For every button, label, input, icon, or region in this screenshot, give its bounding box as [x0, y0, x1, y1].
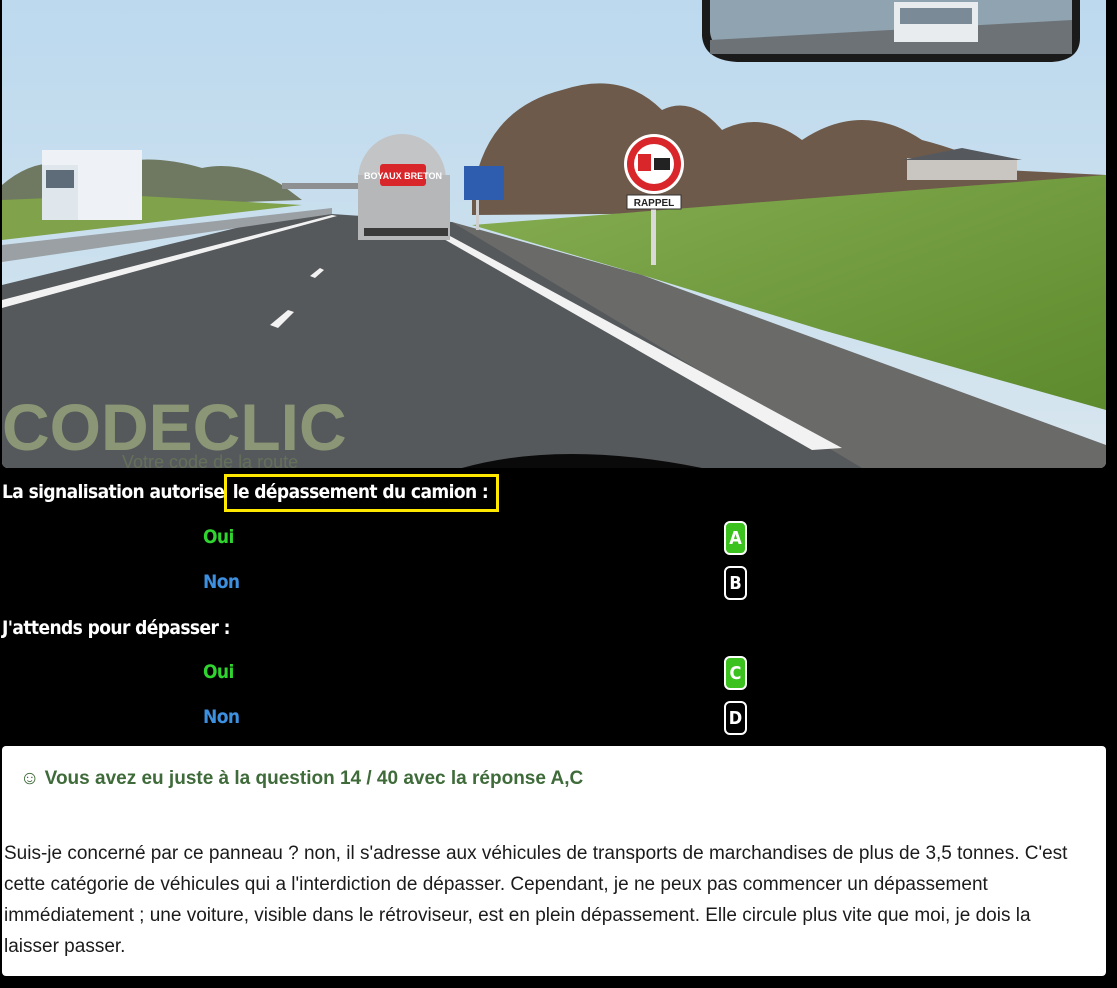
question-2-answer-non[interactable]: Non: [203, 706, 240, 728]
question-2-text: J'attends pour dépasser :: [2, 617, 231, 639]
question-1-highlight: le dépassement du camion :: [223, 474, 500, 512]
codeclic-watermark-sub: Votre code de la route: [122, 452, 298, 468]
question-photo: BOYAUX BRETON RAPPEL CODECLIC Votre code…: [2, 0, 1106, 468]
explanation-text: Suis-je concerné par ce panneau ? non, i…: [4, 843, 1068, 957]
question-1-answer-oui[interactable]: Oui: [203, 526, 234, 548]
question-1-text: La signalisation autorise le dépassement…: [2, 474, 500, 512]
result-title: ☺ Vous avez eu juste à la question 14 / …: [20, 768, 584, 789]
answer-b-button[interactable]: B: [724, 566, 747, 600]
answer-c-button[interactable]: C: [724, 656, 747, 690]
answer-a-button[interactable]: A: [724, 521, 747, 555]
sign-panel-label: RAPPEL: [634, 198, 675, 209]
road-scene-image: BOYAUX BRETON RAPPEL CODECLIC Votre code…: [2, 0, 1106, 468]
truck-logo: BOYAUX BRETON: [364, 171, 442, 181]
answer-d-button[interactable]: D: [724, 701, 747, 735]
result-panel: ☺ Vous avez eu juste à la question 14 / …: [2, 746, 1106, 976]
question-2-answer-oui[interactable]: Oui: [203, 661, 234, 683]
question-1-answer-non[interactable]: Non: [203, 571, 240, 593]
question-1-lead: La signalisation autorise: [2, 481, 225, 503]
